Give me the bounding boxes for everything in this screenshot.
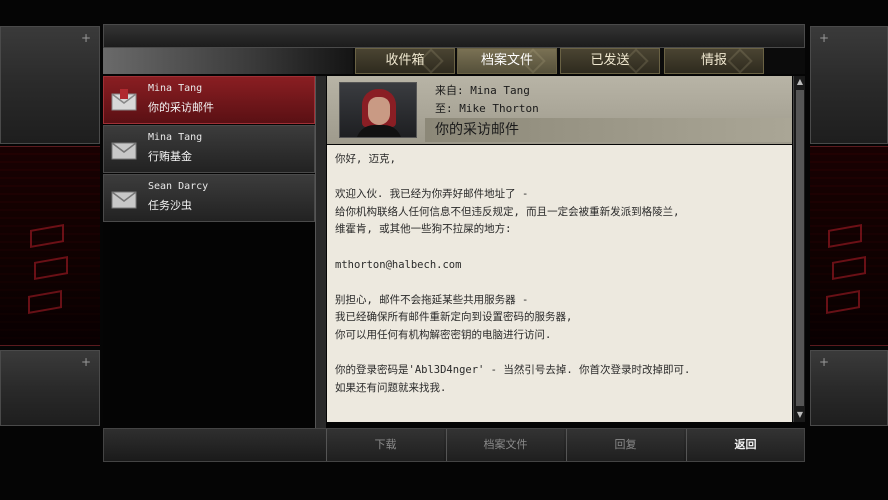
plus-icon: + xyxy=(819,31,830,45)
decorative-glyph xyxy=(832,256,866,280)
tab-bar-gradient xyxy=(103,48,353,74)
envelope-icon xyxy=(111,142,137,160)
decorative-glyph xyxy=(28,290,62,314)
sender-name: Mina Tang xyxy=(148,132,203,143)
tab-bar: 收件箱 档案文件 已发送 情报 xyxy=(103,48,805,74)
left-red-panel xyxy=(0,146,100,346)
to-line: 至: Mike Thorton xyxy=(435,102,539,115)
scroll-up-icon[interactable]: ▲ xyxy=(795,77,805,87)
message-subject: 你的采访邮件 xyxy=(148,101,214,114)
envelope-icon xyxy=(111,89,137,111)
email-address: mthorton@halbech.com xyxy=(335,258,462,271)
message-list: Mina Tang 你的采访邮件 Mina Tang 行贿基金 Sean Dar… xyxy=(103,76,315,428)
panel-divider xyxy=(315,76,326,428)
avatar xyxy=(339,82,417,138)
tab-inbox[interactable]: 收件箱 xyxy=(355,48,455,74)
back-button[interactable]: 返回 xyxy=(686,429,804,461)
list-item[interactable]: Mina Tang 你的采访邮件 xyxy=(103,76,315,124)
avatar-body xyxy=(356,125,402,137)
message-header: 来自: Mina Tang 至: Mike Thorton 你的采访邮件 xyxy=(327,76,792,144)
left-side-decoration: + + xyxy=(0,0,100,500)
decorative-glyph xyxy=(30,224,64,248)
list-item[interactable]: Mina Tang 行贿基金 xyxy=(103,125,315,173)
body-line xyxy=(335,274,784,292)
envelope-icon xyxy=(111,191,137,209)
body-line: 欢迎入伙. 我已经为你弄好邮件地址了 - xyxy=(335,188,529,201)
bottom-button-bar: 下载 档案文件 回复 返回 xyxy=(103,428,805,462)
right-top-plate: + xyxy=(810,26,888,144)
frame-top-bar xyxy=(103,24,805,48)
right-red-panel xyxy=(810,146,888,346)
decorative-glyph xyxy=(826,290,860,314)
message-subject: 任务沙虫 xyxy=(148,199,192,212)
body-line xyxy=(335,239,784,257)
tab-archive[interactable]: 档案文件 xyxy=(457,48,557,74)
body-line: 别担心, 邮件不会拖延某些共用服务器 - xyxy=(335,293,529,306)
decorative-glyph xyxy=(828,224,862,248)
left-top-plate: + xyxy=(0,26,100,144)
tab-intel[interactable]: 情报 xyxy=(664,48,764,74)
message-subject: 行贿基金 xyxy=(148,150,192,163)
right-side-decoration: + + xyxy=(810,0,888,500)
body-line xyxy=(335,345,784,363)
reply-button[interactable]: 回复 xyxy=(566,429,684,461)
body-line: 维霍肯, 或其他一些狗不拉屎的地方: xyxy=(335,223,512,236)
body-line: 如果还有问题就来找我. xyxy=(335,381,447,394)
list-item[interactable]: Sean Darcy 任务沙虫 xyxy=(103,174,315,222)
plus-icon: + xyxy=(80,31,91,45)
body-line: 我已经确保所有邮件重新定向到设置密码的服务器, xyxy=(335,311,573,324)
body-line: 你好, 迈克, xyxy=(335,153,396,165)
archive-button[interactable]: 档案文件 xyxy=(446,429,564,461)
scrollbar[interactable]: ▲ ▼ xyxy=(793,76,805,422)
body-line: 你可以用任何有机构解密密钥的电脑进行访问. xyxy=(335,328,552,341)
tab-label: 情报 xyxy=(700,53,727,68)
message-body: 你好, 迈克, 欢迎入伙. 我已经为你弄好邮件地址了 - 给你机构联络人任何信息… xyxy=(327,145,792,422)
plus-icon: + xyxy=(80,355,91,369)
tab-sent[interactable]: 已发送 xyxy=(560,48,660,74)
left-bottom-plate: + xyxy=(0,350,100,426)
download-button[interactable]: 下载 xyxy=(326,429,444,461)
scroll-thumb[interactable] xyxy=(796,90,804,406)
plus-icon: + xyxy=(819,355,830,369)
body-line xyxy=(335,169,784,187)
sender-name: Mina Tang xyxy=(148,83,203,94)
diamond-icon xyxy=(727,48,753,74)
scroll-down-icon[interactable]: ▼ xyxy=(795,410,805,420)
right-bottom-plate: + xyxy=(810,350,888,426)
password-line: 你的登录密码是'Abl3D4nger' - 当然引号去掉. 你首次登录时改掉即可… xyxy=(335,364,691,377)
sender-name: Sean Darcy xyxy=(148,181,209,192)
avatar-face xyxy=(368,97,390,125)
body-line: 给你机构联络人任何信息不但违反规定, 而且一定会被重新发派到格陵兰, xyxy=(335,205,680,218)
message-title: 你的采访邮件 xyxy=(425,118,792,142)
decorative-glyph xyxy=(34,256,68,280)
from-line: 来自: Mina Tang xyxy=(435,84,530,97)
